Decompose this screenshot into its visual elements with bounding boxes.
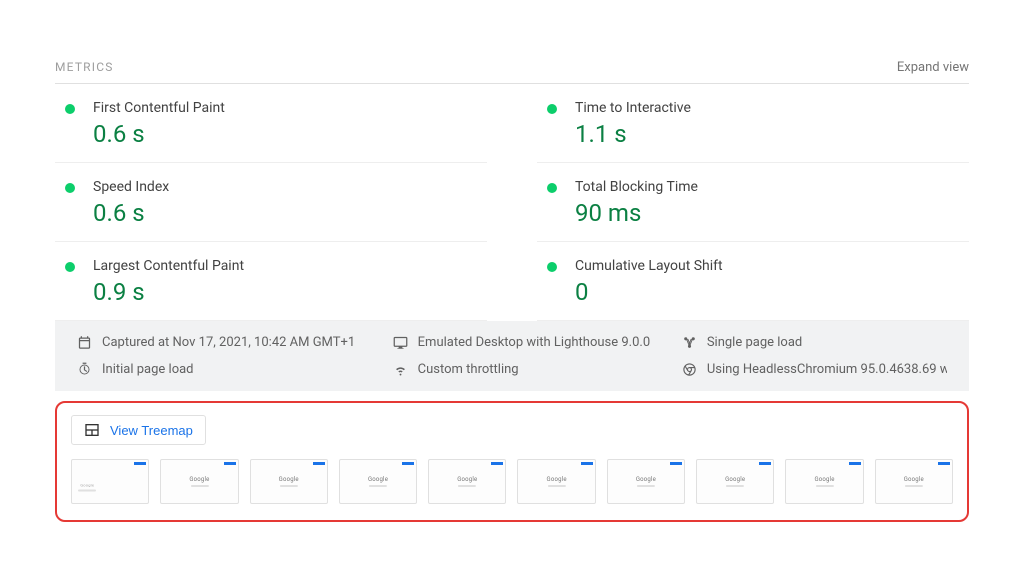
run-info-panel: Captured at Nov 17, 2021, 10:42 AM GMT+1… xyxy=(55,321,969,391)
filmstrip-frame[interactable]: Google xyxy=(339,459,417,504)
info-text: Captured at Nov 17, 2021, 10:42 AM GMT+1 xyxy=(102,335,355,350)
filmstrip-frame[interactable]: Google xyxy=(71,459,149,504)
metric-label: First Contentful Paint xyxy=(93,100,225,116)
filmstrip-frame[interactable]: Google xyxy=(785,459,863,504)
info-initial-load: Initial page load xyxy=(77,362,369,377)
metrics-grid: First Contentful Paint 0.6 s Time to Int… xyxy=(55,84,969,321)
status-dot-icon xyxy=(547,183,557,193)
filmstrip-frame[interactable]: Google xyxy=(428,459,506,504)
status-dot-icon xyxy=(65,183,75,193)
info-load-type: Single page load xyxy=(682,335,947,350)
metric-value: 0.6 s xyxy=(93,199,169,227)
view-treemap-label: View Treemap xyxy=(110,423,193,438)
filmstrip: GoogleGoogleGoogleGoogleGoogleGoogleGoog… xyxy=(71,459,953,504)
stopwatch-icon xyxy=(77,362,92,377)
status-dot-icon xyxy=(547,104,557,114)
metric-value: 90 ms xyxy=(575,199,698,227)
treemap-filmstrip-region: View Treemap GoogleGoogleGoogleGoogleGoo… xyxy=(55,401,969,522)
status-dot-icon xyxy=(65,262,75,272)
network-icon xyxy=(682,335,697,350)
metric-label: Time to Interactive xyxy=(575,100,691,116)
status-dot-icon xyxy=(547,262,557,272)
metric-label: Cumulative Layout Shift xyxy=(575,258,723,274)
filmstrip-frame[interactable]: Google xyxy=(250,459,328,504)
treemap-icon xyxy=(84,422,100,438)
filmstrip-frame[interactable]: Google xyxy=(517,459,595,504)
metric-first-contentful-paint: First Contentful Paint 0.6 s xyxy=(55,84,487,163)
metric-label: Largest Contentful Paint xyxy=(93,258,244,274)
metric-speed-index: Speed Index 0.6 s xyxy=(55,163,487,242)
info-text: Single page load xyxy=(707,335,802,350)
metric-label: Speed Index xyxy=(93,179,169,195)
info-throttling: Custom throttling xyxy=(393,362,658,377)
info-text: Custom throttling xyxy=(418,362,519,377)
filmstrip-frame[interactable]: Google xyxy=(696,459,774,504)
chrome-icon xyxy=(682,362,697,377)
info-text: Emulated Desktop with Lighthouse 9.0.0 xyxy=(418,335,650,350)
desktop-icon xyxy=(393,335,408,350)
info-text: Initial page load xyxy=(102,362,194,377)
calendar-icon xyxy=(77,335,92,350)
section-title: METRICS xyxy=(55,60,114,74)
metric-time-to-interactive: Time to Interactive 1.1 s xyxy=(537,84,969,163)
wifi-icon xyxy=(393,362,408,377)
filmstrip-frame[interactable]: Google xyxy=(607,459,685,504)
metric-value: 0 xyxy=(575,278,723,306)
expand-view-link[interactable]: Expand view xyxy=(897,60,969,75)
metric-cumulative-layout-shift: Cumulative Layout Shift 0 xyxy=(537,242,969,321)
metric-largest-contentful-paint: Largest Contentful Paint 0.9 s xyxy=(55,242,487,321)
info-emulated: Emulated Desktop with Lighthouse 9.0.0 xyxy=(393,335,658,350)
status-dot-icon xyxy=(65,104,75,114)
metric-value: 0.9 s xyxy=(93,278,244,306)
metric-label: Total Blocking Time xyxy=(575,179,698,195)
filmstrip-frame[interactable]: Google xyxy=(875,459,953,504)
info-browser: Using HeadlessChromium 95.0.4638.69 with… xyxy=(682,362,947,377)
info-text: Using HeadlessChromium 95.0.4638.69 with… xyxy=(707,362,947,377)
metric-total-blocking-time: Total Blocking Time 90 ms xyxy=(537,163,969,242)
metric-value: 1.1 s xyxy=(575,120,691,148)
view-treemap-button[interactable]: View Treemap xyxy=(71,415,206,445)
filmstrip-frame[interactable]: Google xyxy=(160,459,238,504)
info-captured: Captured at Nov 17, 2021, 10:42 AM GMT+1 xyxy=(77,335,369,350)
metric-value: 0.6 s xyxy=(93,120,225,148)
